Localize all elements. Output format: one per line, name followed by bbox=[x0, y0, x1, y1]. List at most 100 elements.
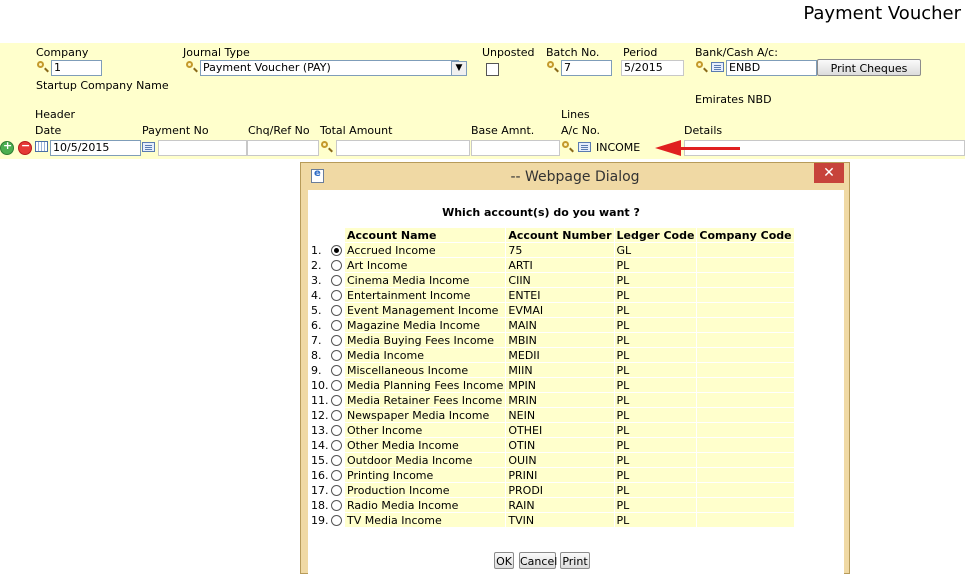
table-row[interactable]: 10. Media Planning Fees Income MPIN PL bbox=[309, 377, 795, 393]
table-row[interactable]: 19. TV Media Income TVIN PL bbox=[309, 512, 795, 528]
table-row[interactable]: 18. Radio Media Income RAIN PL bbox=[309, 497, 795, 513]
table-row[interactable]: 5. Event Management Income EVMAI PL bbox=[309, 302, 795, 318]
table-row[interactable]: 12. Newspaper Media Income NEIN PL bbox=[309, 407, 795, 423]
company-code-cell bbox=[696, 512, 795, 528]
row-number-text: 10. bbox=[311, 378, 329, 392]
ledger-code-cell: PL bbox=[613, 467, 698, 483]
table-row[interactable]: 17. Production Income PRODI PL bbox=[309, 482, 795, 498]
row-radio[interactable] bbox=[331, 245, 342, 256]
chq-ref-field[interactable] bbox=[247, 140, 319, 156]
row-radio[interactable] bbox=[331, 320, 342, 331]
calendar-icon[interactable] bbox=[35, 141, 48, 152]
table-row[interactable]: 13. Other Income OTHEI PL bbox=[309, 422, 795, 438]
account-name-cell: Miscellaneous Income bbox=[343, 362, 507, 378]
annotation-arrow-head-icon bbox=[655, 140, 681, 156]
total-amount-lookup-icon[interactable] bbox=[321, 141, 332, 152]
company-lookup-icon[interactable] bbox=[37, 61, 48, 72]
print-cheques-button[interactable]: Print Cheques bbox=[817, 59, 921, 76]
bank-card-icon[interactable] bbox=[711, 62, 724, 72]
row-radio[interactable] bbox=[331, 485, 342, 496]
row-radio[interactable] bbox=[331, 290, 342, 301]
row-radio[interactable] bbox=[331, 500, 342, 511]
table-row[interactable]: 11. Media Retainer Fees Income MRIN PL bbox=[309, 392, 795, 408]
bank-lookup-icon[interactable] bbox=[696, 61, 707, 72]
row-number: 12. bbox=[309, 407, 345, 423]
acno-card-icon[interactable] bbox=[578, 142, 591, 152]
base-amount-field[interactable] bbox=[471, 140, 560, 156]
account-name-cell: Other Income bbox=[343, 422, 507, 438]
unposted-checkbox[interactable] bbox=[486, 63, 499, 76]
batch-lookup-icon[interactable] bbox=[547, 61, 558, 72]
account-name-cell: Radio Media Income bbox=[343, 497, 507, 513]
chevron-down-icon[interactable]: ▼ bbox=[451, 61, 467, 76]
table-row[interactable]: 15. Outdoor Media Income OUIN PL bbox=[309, 452, 795, 468]
row-number: 8. bbox=[309, 347, 345, 363]
company-code-cell bbox=[696, 377, 795, 393]
payment-no-card-icon[interactable] bbox=[142, 142, 155, 152]
ledger-code-cell: PL bbox=[613, 452, 698, 468]
table-row[interactable]: 7. Media Buying Fees Income MBIN PL bbox=[309, 332, 795, 348]
total-amount-field[interactable] bbox=[336, 140, 470, 156]
journal-type-select[interactable]: Payment Voucher (PAY) bbox=[200, 60, 459, 76]
table-row[interactable]: 8. Media Income MEDII PL bbox=[309, 347, 795, 363]
row-radio[interactable] bbox=[331, 470, 342, 481]
table-row[interactable]: 4. Entertainment Income ENTEI PL bbox=[309, 287, 795, 303]
table-row[interactable]: 6. Magazine Media Income MAIN PL bbox=[309, 317, 795, 333]
table-row[interactable]: 14. Other Media Income OTIN PL bbox=[309, 437, 795, 453]
row-radio[interactable] bbox=[331, 395, 342, 406]
row-number-text: 9. bbox=[311, 363, 322, 377]
row-radio[interactable] bbox=[331, 455, 342, 466]
batch-field[interactable]: 7 bbox=[561, 60, 612, 76]
bank-field[interactable]: ENBD bbox=[726, 60, 817, 76]
ledger-code-cell: PL bbox=[613, 347, 698, 363]
company-code-cell bbox=[696, 302, 795, 318]
table-row[interactable]: 9. Miscellaneous Income MIIN PL bbox=[309, 362, 795, 378]
annotation-arrow-line bbox=[680, 147, 740, 150]
company-name-text: Startup Company Name bbox=[36, 79, 169, 92]
row-radio[interactable] bbox=[331, 425, 342, 436]
row-radio[interactable] bbox=[331, 260, 342, 271]
ledger-code-cell: PL bbox=[613, 287, 698, 303]
table-row[interactable]: 2. Art Income ARTI PL bbox=[309, 257, 795, 273]
plus-icon: + bbox=[3, 139, 13, 152]
row-radio[interactable] bbox=[331, 335, 342, 346]
account-number-cell: PRODI bbox=[505, 482, 615, 498]
row-radio[interactable] bbox=[331, 275, 342, 286]
row-number-text: 1. bbox=[311, 243, 322, 257]
account-number-cell: MIIN bbox=[505, 362, 615, 378]
period-field[interactable]: 5/2015 bbox=[621, 60, 684, 76]
company-code-cell bbox=[696, 362, 795, 378]
cancel-button[interactable]: Cancel bbox=[519, 552, 557, 569]
row-radio[interactable] bbox=[331, 515, 342, 526]
close-button[interactable]: ✕ bbox=[814, 163, 844, 183]
company-field[interactable]: 1 bbox=[51, 60, 102, 76]
account-number-cell: NEIN bbox=[505, 407, 615, 423]
table-row[interactable]: 16. Printing Income PRINI PL bbox=[309, 467, 795, 483]
company-code-cell bbox=[696, 317, 795, 333]
journal-type-label: Journal Type bbox=[183, 46, 250, 59]
dialog-body: Which account(s) do you want ? Account N… bbox=[308, 190, 844, 575]
row-number: 19. bbox=[309, 512, 345, 528]
period-label: Period bbox=[623, 46, 658, 59]
account-number-cell: EVMAI bbox=[505, 302, 615, 318]
row-radio[interactable] bbox=[331, 410, 342, 421]
table-row[interactable]: 1. Accrued Income 75 GL bbox=[309, 242, 795, 258]
row-radio[interactable] bbox=[331, 305, 342, 316]
account-number-cell: ENTEI bbox=[505, 287, 615, 303]
row-number-text: 7. bbox=[311, 333, 322, 347]
acno-lookup-icon[interactable] bbox=[562, 141, 573, 152]
row-radio[interactable] bbox=[331, 365, 342, 376]
account-name-cell: Production Income bbox=[343, 482, 507, 498]
account-name-cell: Media Buying Fees Income bbox=[343, 332, 507, 348]
date-field[interactable]: 10/5/2015 bbox=[50, 140, 141, 156]
row-radio[interactable] bbox=[331, 380, 342, 391]
row-radio[interactable] bbox=[331, 350, 342, 361]
ok-button[interactable]: OK bbox=[494, 552, 514, 569]
print-button[interactable]: Print bbox=[560, 552, 590, 569]
table-row[interactable]: 3. Cinema Media Income CIIN PL bbox=[309, 272, 795, 288]
row-radio[interactable] bbox=[331, 440, 342, 451]
journal-type-lookup-icon[interactable] bbox=[186, 61, 197, 72]
payment-no-field[interactable] bbox=[158, 140, 247, 156]
total-amount-label: Total Amount bbox=[320, 124, 393, 137]
account-number-cell: OUIN bbox=[505, 452, 615, 468]
